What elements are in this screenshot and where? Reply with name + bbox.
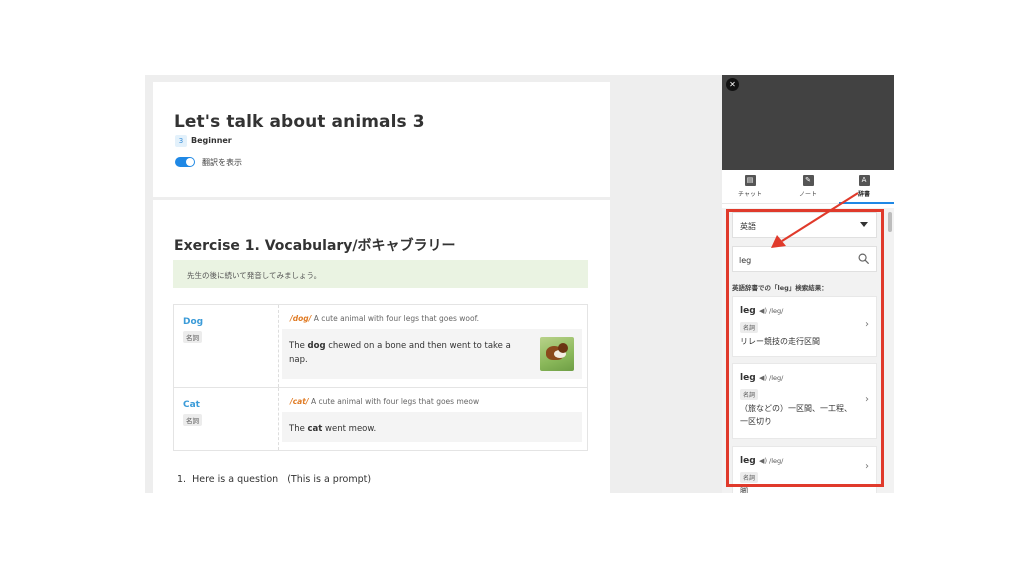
dictionary-search [732,246,877,272]
entry-definition: （旅などの）一区間、一工程、一区切り [740,404,852,426]
speaker-icon[interactable]: ◀) [759,374,767,382]
mic-muted-icon[interactable]: ✕ [726,78,739,91]
entry-pronunciation: /leg/ [769,307,784,315]
example-sentence-box: The cat went meow. [282,412,582,442]
dog-photo [540,337,574,371]
vocab-word[interactable]: Cat [183,400,200,410]
entry-definition: 脚 [740,487,748,493]
tab-label: 辞書 [857,191,870,198]
pronunciation-line: /dog/ A cute animal with four legs that … [290,314,479,323]
part-of-speech-tag: 名詞 [183,414,202,426]
tab-chat[interactable]: ▤ チャット [730,175,770,203]
definition: A cute animal with four legs that goes w… [313,314,480,323]
vocab-row-dog: Dog 名詞 /dog/ A cute animal with four leg… [173,304,588,388]
entry-pronunciation: /leg/ [769,457,784,465]
pronunciation: /dog/ [290,314,312,323]
search-icon[interactable] [858,253,869,264]
exercise-card: Exercise 1. Vocabulary/ボキャブラリー 先生の後に続いて発… [153,200,610,493]
example-sentence: The cat went meow. [289,422,529,436]
chat-icon: ▤ [744,175,756,186]
entry-definition: リレー競技の走行区間 [740,337,820,346]
chevron-right-icon: › [865,394,869,405]
example-text-pre: The [289,424,308,434]
tab-label: チャット [738,191,762,198]
example-text-post: went meow. [322,424,377,434]
vocab-word[interactable]: Dog [183,317,203,327]
speaker-icon[interactable]: ◀) [759,307,767,315]
exercise-title: Exercise 1. Vocabulary/ボキャブラリー [174,238,456,254]
tab-label: ノート [798,191,817,198]
sidebar-tabs: ▤ チャット ✎ ノート A 辞書 [722,170,894,204]
translation-toggle-label: 翻訳を表示 [202,158,242,167]
language-select[interactable]: 英語 [732,212,877,238]
speaker-icon[interactable]: ◀) [759,457,767,465]
entry-word: leg [740,306,756,316]
instruction-note: 先生の後に続いて発音してみましょう。 [173,260,588,288]
definition: A cute animal with four legs that goes m… [310,397,480,406]
entry-pronunciation: /leg/ [769,374,784,382]
instruction-note-text: 先生の後に続いて発音してみましょう。 [187,271,322,280]
vocab-divider [278,305,279,387]
entry-part-of-speech: 名詞 [740,389,759,400]
entry-word: leg [740,456,756,466]
chevron-right-icon: › [865,461,869,472]
question-item: 1. Here is a question (This is a prompt) [177,474,372,485]
pronunciation-line: /cat/ A cute animal with four legs that … [290,397,479,406]
dictionary-icon: A [858,175,870,186]
example-keyword: cat [307,424,323,434]
tab-note[interactable]: ✎ ノート [788,175,828,203]
dictionary-entry[interactable]: leg ◀) /leg/ 名詞 リレー競技の走行区間 › [732,296,877,357]
example-text-pre: The [289,341,308,351]
toggle-knob [186,158,194,166]
example-sentence: The dog chewed on a bone and then went t… [289,339,529,367]
language-select-value: 英語 [740,222,756,231]
dictionary-search-input[interactable] [739,252,849,268]
chevron-right-icon: › [865,319,869,330]
entry-part-of-speech: 名詞 [740,472,759,483]
dropdown-arrow-icon [860,222,868,227]
dictionary-entry[interactable]: leg ◀) /leg/ 名詞 （旅などの）一区間、一工程、一区切り › [732,363,877,439]
level-label: Beginner [191,136,232,145]
dictionary-panel: 英語 英語辞書での「leg」検索結果： leg ◀) /leg/ 名詞 リレー競… [722,208,894,493]
vocab-divider [278,388,279,450]
example-keyword: dog [307,341,326,351]
example-sentence-box: The dog chewed on a bone and then went t… [282,329,582,379]
search-result-heading: 英語辞書での「leg」検索結果： [732,284,828,292]
active-tab-indicator [839,202,894,204]
video-panel: ✕ [722,75,894,170]
scrollbar[interactable] [888,212,892,232]
vocab-row-cat: Cat 名詞 /cat/ A cute animal with four leg… [173,387,588,451]
level-badge: 3 [175,135,187,147]
dictionary-entry[interactable]: leg ◀) /leg/ 名詞 脚 › [732,446,877,493]
lesson-title: Let's talk about animals 3 [174,112,425,132]
part-of-speech-tag: 名詞 [183,331,202,343]
note-icon: ✎ [802,175,814,186]
sidebar-panel: ▤ チャット ✎ ノート A 辞書 英語 leg 英語辞書での「leg」検索結果… [722,170,894,493]
pronunciation: /cat/ [290,397,309,406]
entry-word: leg [740,373,756,383]
translation-toggle[interactable] [175,157,195,167]
lesson-header-card: Let's talk about animals 3 3 Beginner 翻訳… [153,82,610,197]
tab-dictionary[interactable]: A 辞書 [844,175,884,203]
app-screen: Let's talk about animals 3 3 Beginner 翻訳… [145,75,894,493]
entry-part-of-speech: 名詞 [740,322,759,333]
